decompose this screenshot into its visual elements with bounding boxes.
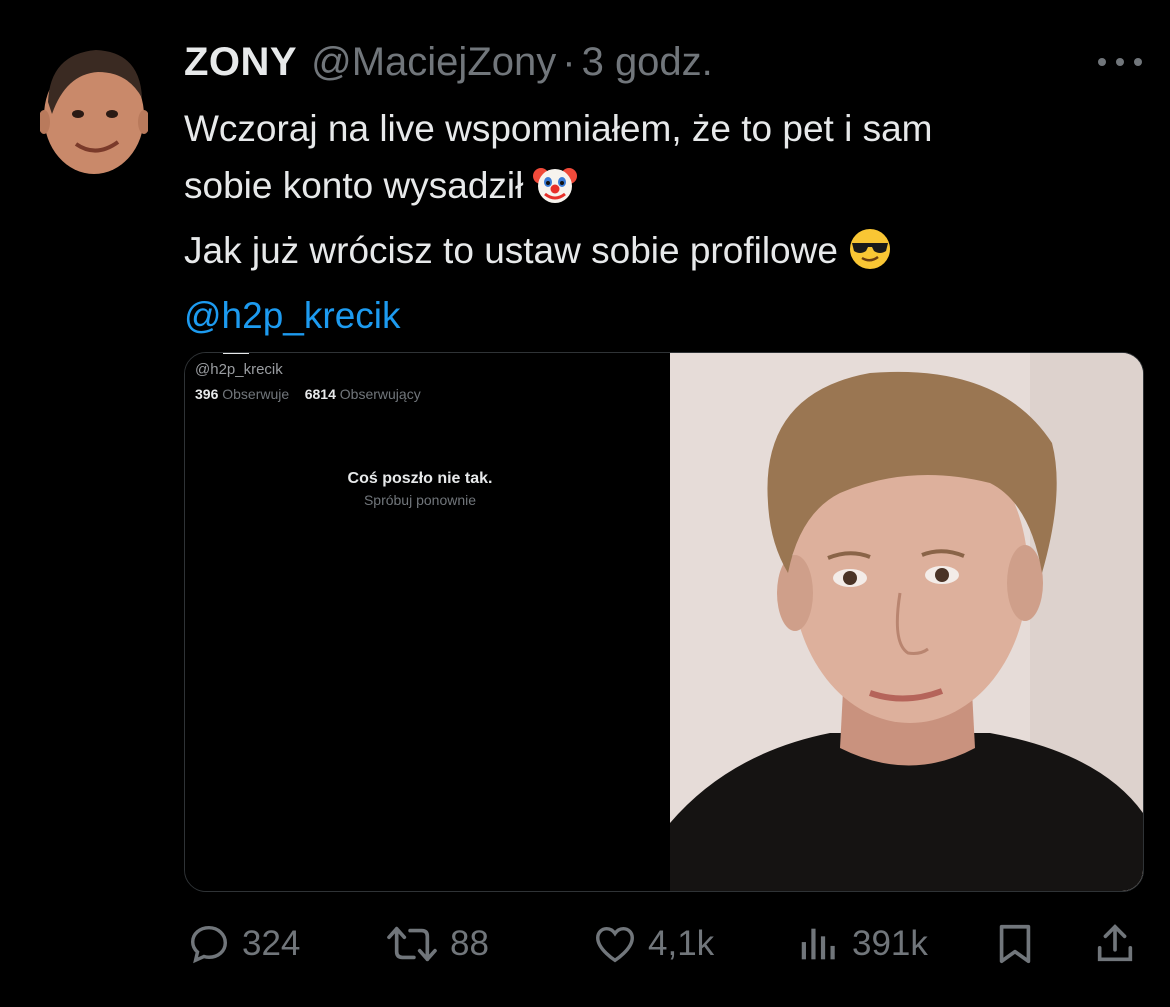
screenshot-stats: 396 Obserwuje 6814 Obserwujący xyxy=(195,386,421,402)
error-title: Coś poszło nie tak. xyxy=(347,470,493,487)
bookmark-button[interactable] xyxy=(992,914,1038,974)
views-chart-icon xyxy=(801,928,835,960)
heart-icon xyxy=(596,926,634,963)
clown-face-emoji-icon xyxy=(533,162,578,222)
tweet-text: Wczoraj na live wspomniałem, że to pet i… xyxy=(184,100,1144,344)
repost-count: 88 xyxy=(450,924,489,963)
following-count: 396 xyxy=(195,386,219,402)
reply-count: 324 xyxy=(242,924,301,963)
following-label: Obserwuje xyxy=(222,386,290,402)
tweet-actions: 324 88 4,1k 391k xyxy=(186,914,1146,974)
views-button[interactable]: 391k xyxy=(796,914,928,974)
share-icon xyxy=(1097,924,1133,962)
avatar[interactable] xyxy=(38,42,150,176)
user-mention-link[interactable]: @h2p_krecik xyxy=(184,287,1144,344)
reply-icon xyxy=(190,925,228,964)
share-button[interactable] xyxy=(1092,914,1138,974)
tweet-header: ZONY @MaciejZony · 3 godz. xyxy=(184,40,713,90)
author-name[interactable]: ZONY xyxy=(184,40,297,85)
views-count: 391k xyxy=(852,924,928,963)
error-retry: Spróbuj ponownie xyxy=(363,492,477,508)
tweet-text-line: Jak już wrócisz to ustaw sobie profilowe xyxy=(184,230,838,271)
tweet-text-line: Wczoraj na live wspomniałem, że to pet i… xyxy=(184,108,933,149)
like-button[interactable]: 4,1k xyxy=(592,914,714,974)
followers-label: Obserwujący xyxy=(339,386,421,402)
profile-screenshot-image: @h2p_krecik 396 Obserwuje 6814 Obserwują… xyxy=(185,353,670,891)
followers-count: 6814 xyxy=(304,386,336,402)
separator-dot: · xyxy=(562,40,576,84)
repost-button[interactable]: 88 xyxy=(384,914,489,974)
like-count: 4,1k xyxy=(648,924,715,963)
reply-button[interactable]: 324 xyxy=(186,914,300,974)
tweet-text-line: sobie konto wysadził xyxy=(184,165,524,206)
author-handle[interactable]: @MaciejZony xyxy=(311,40,556,85)
tweet-timestamp[interactable]: 3 godz. xyxy=(582,40,713,85)
tweet: ZONY @MaciejZony · 3 godz. Wczoraj na li… xyxy=(0,0,1170,1007)
sunglasses-face-emoji-icon xyxy=(848,227,892,287)
repost-icon xyxy=(387,926,437,962)
cropped-text-fragment xyxy=(223,353,249,354)
media-attachment[interactable]: @h2p_krecik 396 Obserwuje 6814 Obserwują… xyxy=(184,352,1144,892)
more-options-icon[interactable] xyxy=(1098,52,1142,72)
screenshot-handle: @h2p_krecik xyxy=(195,361,283,378)
bookmark-icon xyxy=(999,924,1031,964)
selfie-photo-image xyxy=(670,353,1143,891)
